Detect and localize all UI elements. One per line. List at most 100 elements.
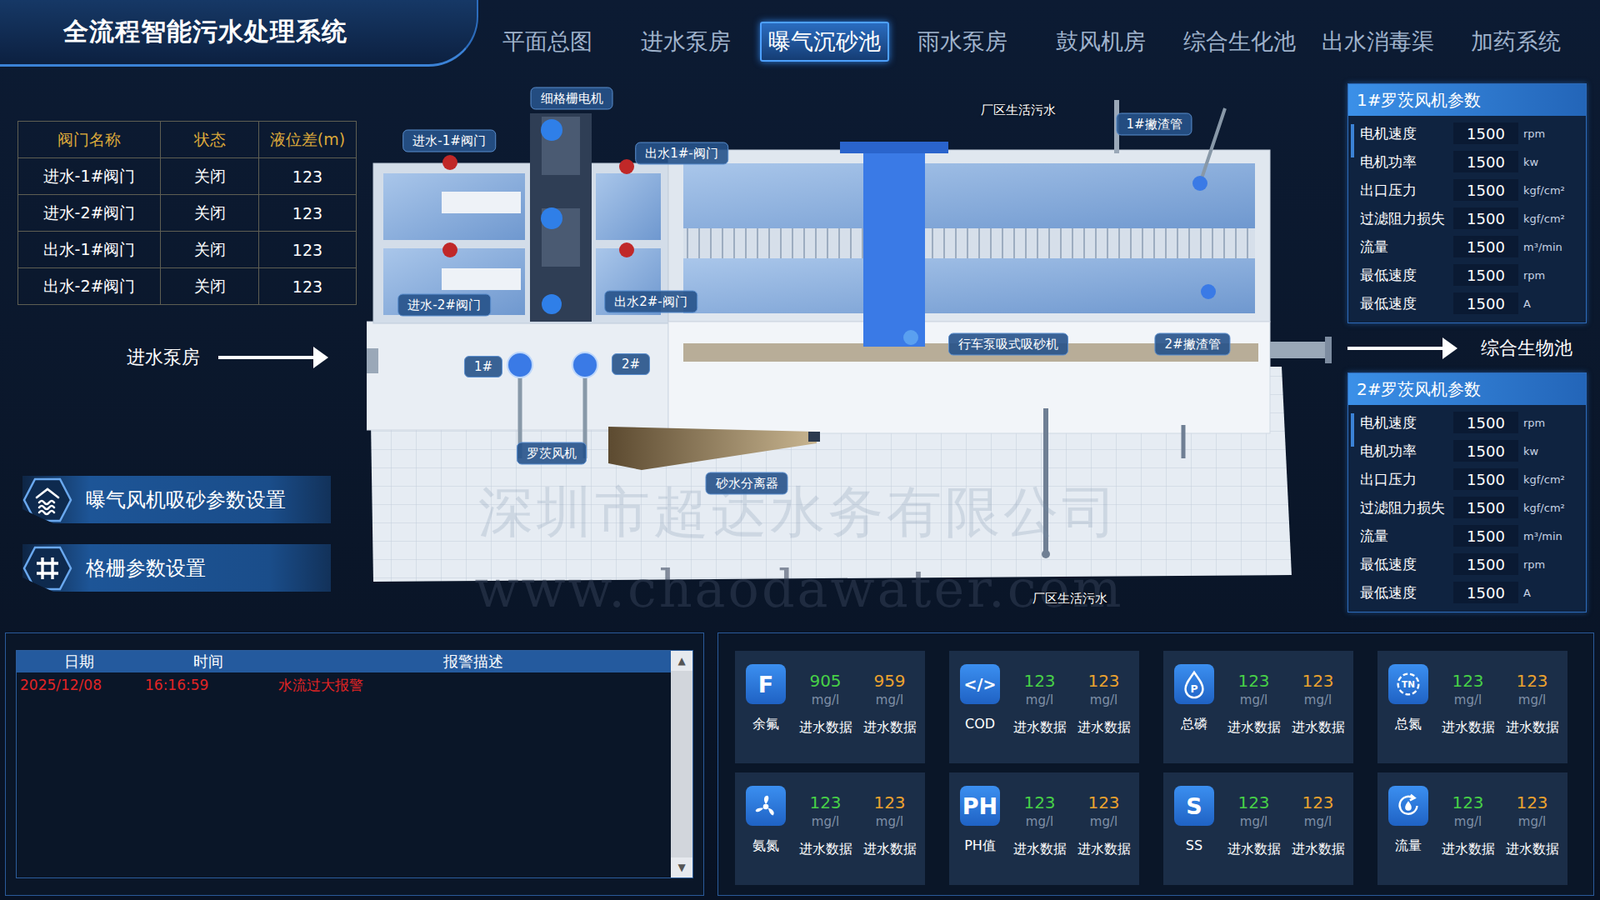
table-row: 进水-1#阀门关闭123 [18, 157, 356, 195]
alarm-date: 2025/12/08 [16, 672, 142, 698]
metric-card: TN总氮123mg/l进水数据123mg/l进水数据 [1377, 650, 1568, 764]
diagram-label[interactable]: 厂区生活污水 [1030, 589, 1110, 609]
parameter-value: 1500 [1453, 207, 1519, 230]
metric-number: 123 [809, 792, 841, 813]
parameter-row: 流量1500m³/min [1360, 232, 1581, 261]
table-cell: 关闭 [160, 231, 259, 268]
diagram-label[interactable]: 行车泵吸式吸砂机 [948, 333, 1069, 356]
parameter-row: 流量1500m³/min [1360, 521, 1581, 550]
settings-buttons: 曝气风机吸砂参数设置格栅参数设置 [22, 475, 367, 592]
brand: 全流程智能污水处理系统 [0, 0, 479, 67]
tab[interactable]: 加药系统 [1446, 21, 1585, 62]
metric-unit: mg/l [1240, 812, 1268, 831]
bottom-area: 日期时间报警描述2025/12/0816:16:59水流过大报警▲▼F余氟905… [0, 625, 1600, 900]
tab-label: 进水泵房 [632, 21, 740, 62]
diagram-label[interactable]: 2# [611, 353, 650, 375]
tab[interactable]: 进水泵房 [616, 21, 755, 62]
diagram-label[interactable]: 出水1#-阀门 [635, 142, 729, 165]
parameter-unit: rpm [1523, 127, 1575, 140]
diagram-label[interactable]: 1# [464, 355, 503, 378]
parameter-row: 电机速度1500rpm [1360, 119, 1581, 148]
settings-button[interactable]: 曝气风机吸砂参数设置 [22, 475, 331, 524]
metric-number: 959 [873, 670, 905, 691]
panel-title: 1#罗茨风机参数 [1348, 84, 1586, 116]
letter-icon: </> [960, 664, 1000, 705]
column-header: 日期 [16, 650, 142, 673]
metric-label: 进水数据 [1291, 719, 1345, 737]
diagram-label[interactable]: 细格栅电机 [530, 87, 614, 110]
metric-unit: mg/l [1304, 812, 1332, 831]
parameter-unit: kgf/cm² [1523, 501, 1575, 515]
metric-label: 进水数据 [1505, 719, 1560, 737]
metric-value: 123mg/l进水数据 [1007, 785, 1072, 877]
metric-card: SSS123mg/l进水数据123mg/l进水数据 [1163, 772, 1354, 885]
column-header: 时间 [141, 650, 275, 673]
outflow-label: 综合生物池 [1480, 335, 1573, 361]
table-cell: 进水-1#阀门 [18, 158, 160, 195]
alarm-row[interactable]: 2025/12/0816:16:59水流过大报警 [16, 672, 671, 698]
watermark-line: 深圳市超达水务有限公司 [478, 475, 1120, 550]
parameter-value: 1500 [1453, 235, 1519, 258]
metric-label: 进水数据 [1077, 840, 1131, 859]
metric-unit: mg/l [1454, 690, 1482, 710]
metric-unit: mg/l [875, 690, 904, 710]
metric-label: 进水数据 [1013, 719, 1067, 737]
metric-unit: mg/l [1025, 690, 1054, 710]
metric-value: 123mg/l进水数据 [1071, 785, 1136, 877]
tab[interactable]: 雨水泵房 [893, 21, 1032, 62]
tab-bar: 平面总图进水泵房曝气沉砂池雨水泵房鼓风机房综合生化池出水消毒渠加药系统 [478, 0, 1585, 84]
valve-table: 阀门名称状态液位差(m)进水-1#阀门关闭123进水-2#阀门关闭123出水-1… [17, 120, 357, 305]
scroll-up-button[interactable]: ▲ [670, 650, 693, 671]
table-cell: 关闭 [160, 158, 259, 195]
parameter-value: 1500 [1453, 525, 1519, 547]
metric-number: 123 [1451, 792, 1484, 813]
tab[interactable]: 综合生化池 [1170, 21, 1309, 62]
scroll-down-button[interactable]: ▼ [670, 857, 693, 878]
diagram-label[interactable]: 进水-1#阀门 [402, 130, 496, 153]
table-cell: 出水-1#阀门 [18, 231, 160, 268]
metric-name: 总磷 [1180, 715, 1208, 734]
letter-icon: PH [960, 785, 1000, 826]
metric-label: 进水数据 [1013, 840, 1067, 859]
tab-label: 加药系统 [1462, 21, 1570, 62]
tab[interactable]: 平面总图 [478, 21, 617, 62]
metric-card: 流量123mg/l进水数据123mg/l进水数据 [1377, 772, 1568, 885]
diagram-label[interactable]: 出水2#-阀门 [604, 290, 698, 314]
metric-unit: mg/l [1025, 812, 1054, 831]
table-cell: 123 [258, 268, 356, 305]
diagram-label[interactable]: 罗茨风机 [516, 442, 587, 465]
metric-value: 959mg/l进水数据 [857, 664, 922, 755]
metric-unit: mg/l [811, 690, 840, 710]
parameter-label: 最低速度 [1360, 265, 1449, 285]
parameter-unit: kw [1523, 445, 1575, 458]
metric-number: 123 [1301, 792, 1334, 813]
drain-pipes [1041, 408, 1184, 559]
blower-panel: 2#罗茨风机参数电机速度1500rpm电机功率1500kw出口压力1500kgf… [1347, 372, 1587, 613]
tab[interactable]: 出水消毒渠 [1308, 21, 1447, 62]
parameter-value: 1500 [1453, 553, 1519, 575]
diagram-label[interactable]: 2#撇渣管 [1154, 333, 1230, 356]
metric-unit: mg/l [875, 812, 904, 831]
scroll-track[interactable] [670, 670, 693, 858]
table-row: 出水-1#阀门关闭123 [18, 230, 356, 268]
diagram-label[interactable]: 砂水分离器 [705, 472, 789, 495]
parameter-label: 电机功率 [1360, 441, 1449, 461]
tab[interactable]: 曝气沉砂池 [755, 21, 894, 62]
settings-button[interactable]: 格栅参数设置 [22, 544, 331, 592]
scrollbar[interactable]: ▲▼ [670, 650, 693, 878]
table-cell: 123 [258, 195, 356, 231]
diagram-label[interactable]: 1#撇渣管 [1115, 113, 1192, 136]
parameter-list: 电机速度1500rpm电机功率1500kw出口压力1500kgf/cm²过滤阻力… [1348, 115, 1586, 323]
parameter-unit: A [1523, 586, 1575, 600]
tab[interactable]: 鼓风机房 [1031, 21, 1170, 62]
metric-unit: mg/l [1304, 690, 1332, 710]
metric-name: 总氮 [1395, 715, 1422, 734]
metric-value: 123mg/l进水数据 [1221, 664, 1286, 755]
metric-card: P总磷123mg/l进水数据123mg/l进水数据 [1163, 650, 1354, 764]
metric-value: 905mg/l进水数据 [793, 664, 858, 755]
metric-number: 123 [1515, 792, 1548, 813]
column-header: 报警描述 [275, 650, 671, 673]
parameter-value: 1500 [1453, 411, 1519, 434]
diagram-label[interactable]: 进水-2#阀门 [397, 294, 491, 317]
diagram-label[interactable]: 厂区生活污水 [979, 100, 1058, 120]
